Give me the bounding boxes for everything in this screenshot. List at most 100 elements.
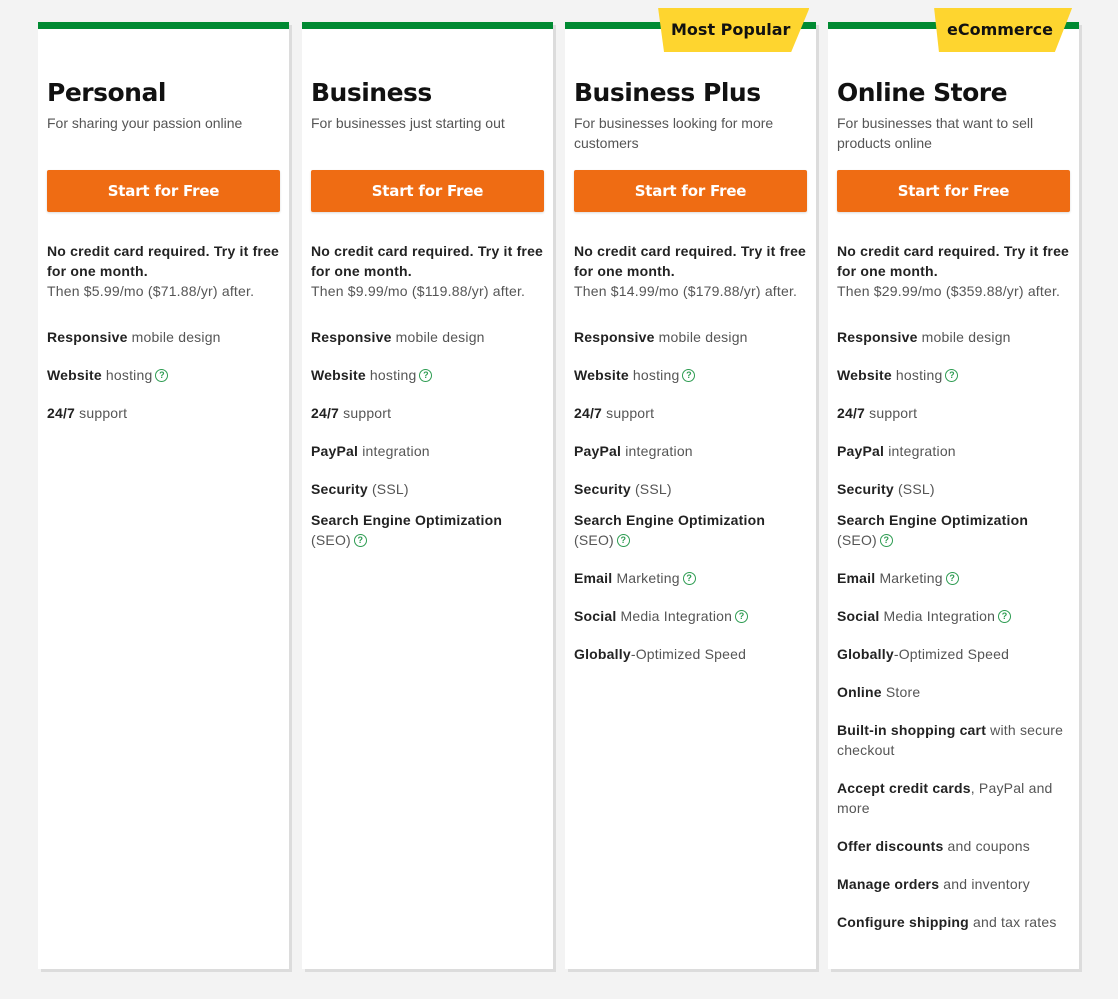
feature-text: (SSL) — [630, 481, 672, 497]
start-for-free-button[interactable]: Start for Free — [47, 170, 280, 212]
feature-bold: Website — [837, 367, 892, 383]
feature-bold: Website — [311, 367, 366, 383]
feature-item: 24/7 support — [574, 403, 807, 423]
feature-list: Responsive mobile design Website hosting… — [311, 327, 544, 550]
feature-bold: PayPal — [311, 443, 359, 459]
feature-text: support — [865, 405, 918, 421]
feature-text: Marketing — [612, 570, 680, 586]
plan-card-personal: Personal For sharing your passion online… — [38, 22, 289, 969]
help-icon[interactable]: ? — [353, 533, 367, 547]
plan-description: For businesses looking for more customer… — [574, 115, 774, 151]
feature-bold: Social — [574, 608, 617, 624]
feature-item: 24/7 support — [311, 403, 544, 423]
feature-text: mobile design — [127, 329, 221, 345]
feature-bold: Email — [837, 570, 876, 586]
feature-bold: Security — [574, 481, 631, 497]
feature-bold: Email — [574, 570, 613, 586]
trial-note: No credit card required. Try it free for… — [837, 243, 1070, 279]
feature-bold: Manage orders — [837, 876, 940, 892]
trial-info: No credit card required. Try it free for… — [574, 241, 807, 301]
feature-text: hosting — [101, 367, 153, 383]
start-for-free-button[interactable]: Start for Free — [574, 170, 807, 212]
feature-text: and inventory — [939, 876, 1030, 892]
feature-item: Email Marketing? — [574, 568, 807, 588]
help-icon[interactable]: ? — [419, 368, 433, 382]
feature-item: PayPal integration — [837, 441, 1070, 461]
feature-bold: Responsive — [574, 329, 655, 345]
plan-description: For businesses just starting out — [311, 115, 505, 131]
feature-text: (SEO) — [311, 532, 351, 548]
feature-item: 24/7 support — [47, 403, 280, 423]
feature-item: Responsive mobile design — [574, 327, 807, 347]
feature-item: Website hosting? — [311, 365, 544, 385]
feature-bold: 24/7 — [574, 405, 603, 421]
feature-item: Search Engine Optimization (SEO)? — [311, 510, 544, 550]
feature-item: Offer discounts and coupons — [837, 836, 1070, 856]
feature-text: Media Integration — [616, 608, 733, 624]
plan-description: For businesses that want to sell product… — [837, 115, 1034, 151]
feature-bold: Security — [837, 481, 894, 497]
feature-item: Configure shipping and tax rates — [837, 912, 1070, 932]
feature-list: Responsive mobile design Website hosting… — [837, 327, 1070, 932]
feature-text: integration — [884, 443, 956, 459]
feature-item: Search Engine Optimization (SEO)? — [574, 510, 807, 550]
feature-item: Email Marketing? — [837, 568, 1070, 588]
feature-item: PayPal integration — [574, 441, 807, 461]
feature-text: mobile design — [917, 329, 1011, 345]
help-icon[interactable]: ? — [155, 368, 169, 382]
badge-label: eCommerce — [946, 20, 1053, 39]
help-icon[interactable]: ? — [998, 609, 1012, 623]
trial-price: Then $29.99/mo ($359.88/yr) after. — [837, 283, 1061, 299]
ecommerce-badge: eCommerce — [928, 8, 1072, 52]
feature-text: (SSL) — [367, 481, 409, 497]
feature-item: Search Engine Optimization (SEO)? — [837, 510, 1070, 550]
feature-text: hosting — [628, 367, 680, 383]
feature-item: Website hosting? — [837, 365, 1070, 385]
help-icon[interactable]: ? — [682, 368, 696, 382]
feature-item: Built-in shopping cart with secure check… — [837, 720, 1070, 760]
feature-bold: Search Engine Optimization — [311, 512, 503, 528]
feature-text: hosting — [365, 367, 417, 383]
feature-text: mobile design — [654, 329, 748, 345]
trial-info: No credit card required. Try it free for… — [311, 241, 544, 301]
feature-bold: 24/7 — [311, 405, 340, 421]
help-icon[interactable]: ? — [682, 571, 696, 585]
plan-title: Online Store — [837, 78, 1008, 107]
feature-bold: Globally — [837, 646, 894, 662]
help-icon[interactable]: ? — [945, 571, 959, 585]
start-for-free-button[interactable]: Start for Free — [311, 170, 544, 212]
feature-item: Security (SSL) — [574, 479, 807, 499]
feature-item: Social Media Integration? — [837, 606, 1070, 626]
feature-bold: Built-in shopping cart — [837, 722, 987, 738]
feature-bold: Responsive — [311, 329, 392, 345]
feature-item: Manage orders and inventory — [837, 874, 1070, 894]
feature-bold: Configure shipping — [837, 914, 969, 930]
help-icon[interactable]: ? — [616, 533, 630, 547]
help-icon[interactable]: ? — [945, 368, 959, 382]
feature-bold: Accept credit cards — [837, 780, 971, 796]
feature-text: hosting — [891, 367, 943, 383]
trial-price: Then $5.99/mo ($71.88/yr) after. — [47, 283, 255, 299]
feature-bold: Social — [837, 608, 880, 624]
plan-description: For sharing your passion online — [47, 115, 243, 131]
feature-text: (SEO) — [837, 532, 877, 548]
feature-bold: Website — [47, 367, 102, 383]
feature-text: and tax rates — [968, 914, 1057, 930]
feature-text: (SEO) — [574, 532, 614, 548]
help-icon[interactable]: ? — [879, 533, 893, 547]
plan-title: Business Plus — [574, 78, 761, 107]
plan-title: Personal — [47, 78, 166, 107]
feature-item: Responsive mobile design — [837, 327, 1070, 347]
badge-label: Most Popular — [670, 20, 790, 39]
feature-bold: Online — [837, 684, 882, 700]
trial-note: No credit card required. Try it free for… — [311, 243, 544, 279]
feature-text: support — [602, 405, 655, 421]
feature-item: Security (SSL) — [837, 479, 1070, 499]
help-icon[interactable]: ? — [735, 609, 749, 623]
trial-price: Then $9.99/mo ($119.88/yr) after. — [311, 283, 526, 299]
most-popular-badge: Most Popular — [652, 8, 810, 52]
start-for-free-button[interactable]: Start for Free — [837, 170, 1070, 212]
trial-note: No credit card required. Try it free for… — [574, 243, 807, 279]
feature-text: Store — [881, 684, 921, 700]
trial-info: No credit card required. Try it free for… — [837, 241, 1070, 301]
